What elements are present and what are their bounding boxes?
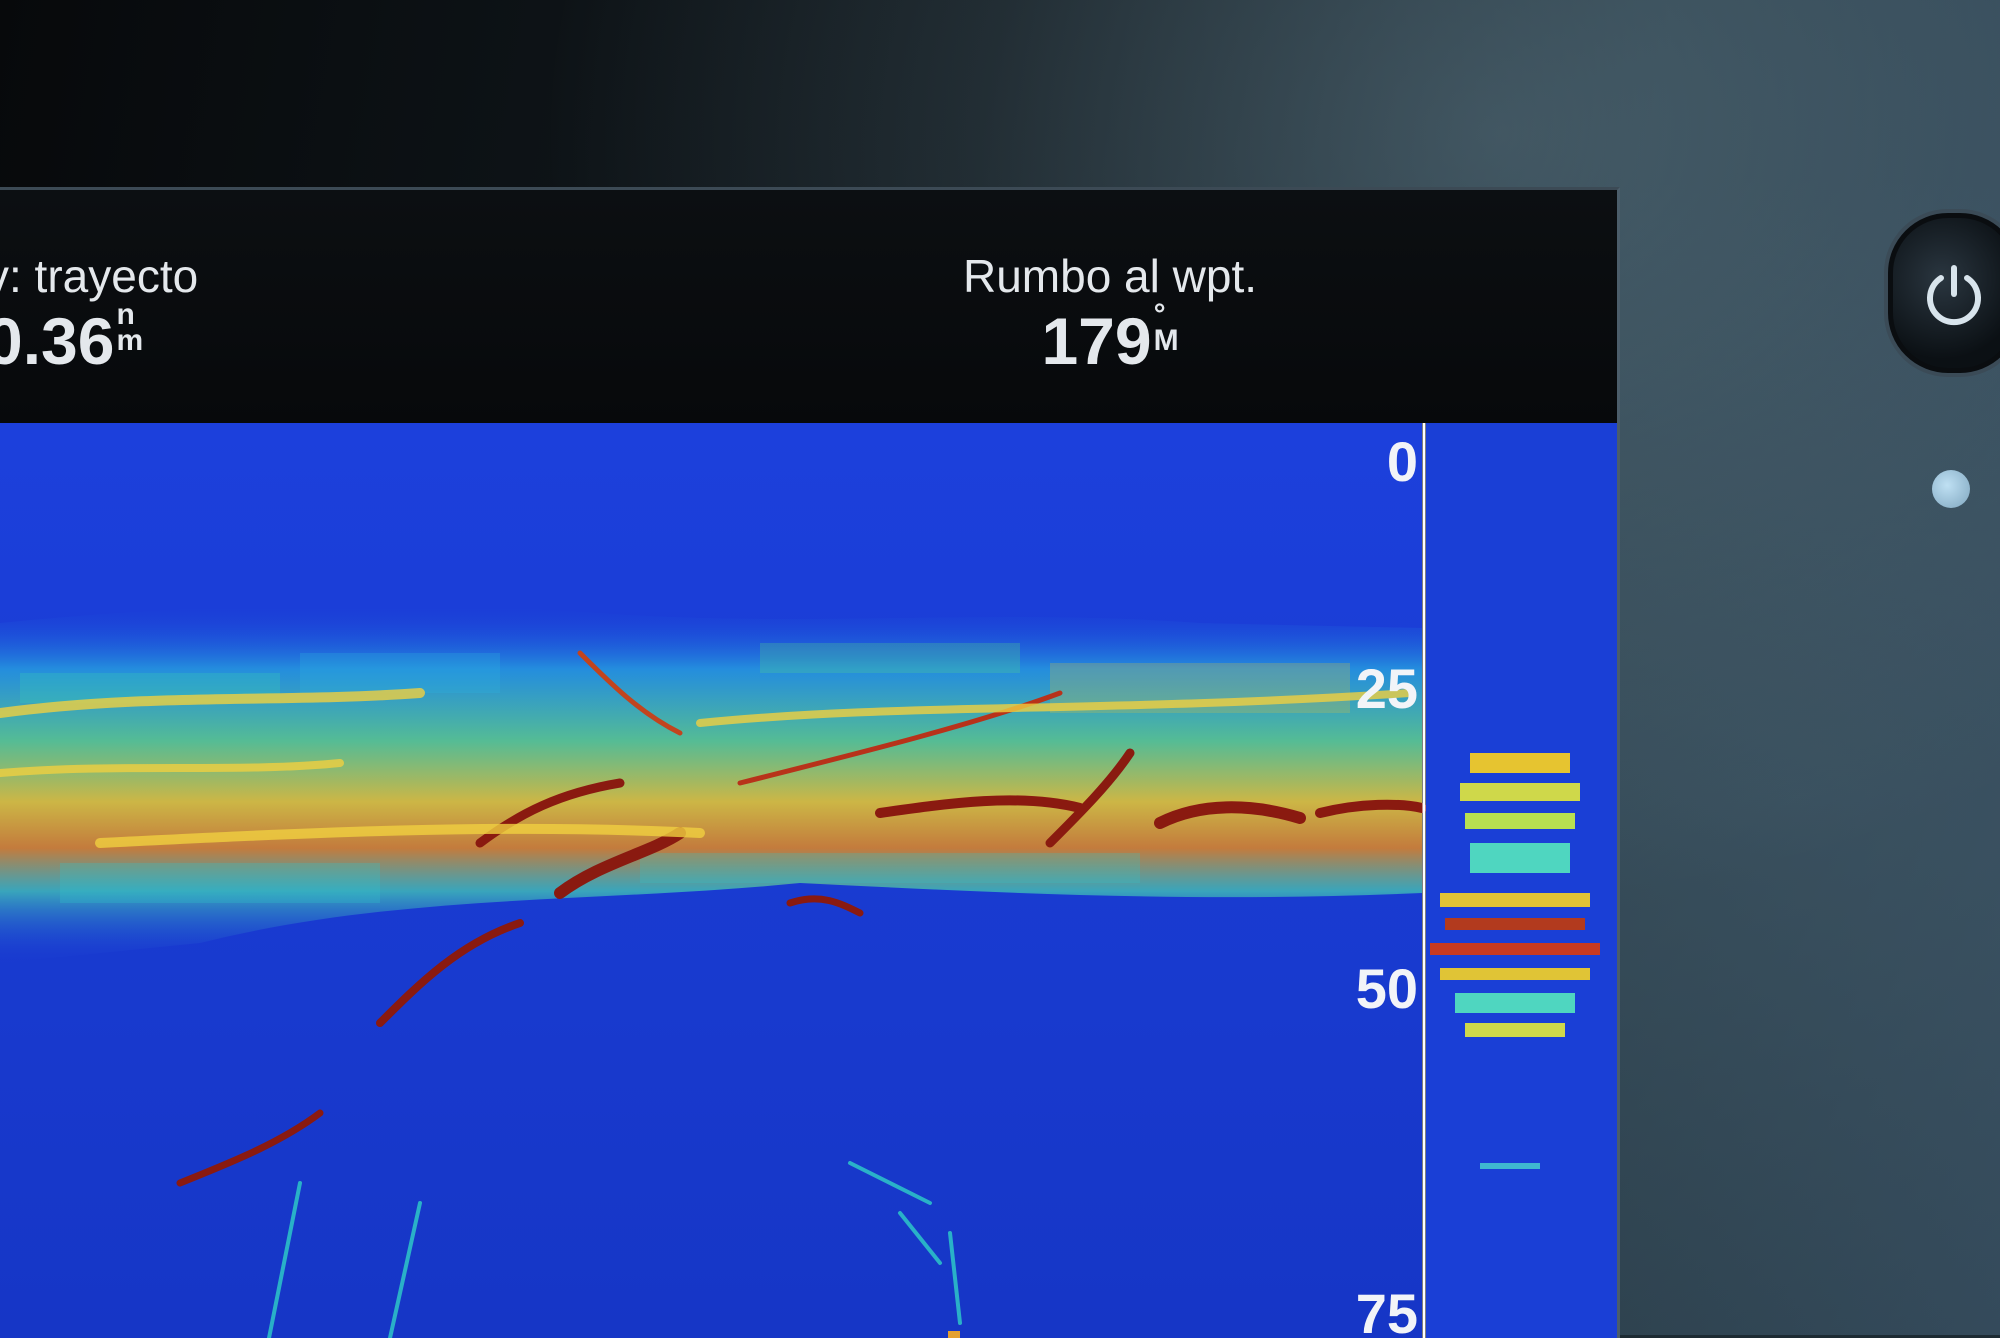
trip-label: v: trayecto — [0, 250, 199, 302]
trip-value-row: 0.36nm — [0, 300, 198, 380]
a-scope-panel — [1426, 423, 1617, 1338]
trip-value: 0.36 — [0, 304, 115, 378]
trip-unit-bottom: m — [116, 324, 144, 357]
bearing-value: 179 — [1041, 304, 1152, 378]
power-button[interactable] — [1888, 213, 2000, 373]
bearing-value-row: 179° M — [930, 300, 1290, 380]
bearing-unit-bottom: M — [1153, 324, 1179, 357]
data-bar: v: trayecto 0.36nm Rumbo al wpt. 179°M — [0, 190, 1617, 423]
depth-label-0: 0 — [1387, 430, 1418, 493]
chartplotter-screen: v: trayecto 0.36nm Rumbo al wpt. 179°M — [0, 187, 1620, 1338]
bearing-unit: ° M — [1153, 300, 1179, 357]
bearing-field[interactable]: Rumbo al wpt. 179° M — [930, 250, 1290, 380]
sonar-echogram[interactable]: 0 25 50 75 — [0, 423, 1617, 1338]
trip-unit: nm — [116, 300, 144, 357]
status-led — [1932, 470, 1970, 508]
trip-field[interactable]: v: trayecto 0.36nm — [0, 250, 198, 380]
depth-label-25: 25 — [1356, 657, 1418, 720]
bearing-label: Rumbo al wpt. — [962, 250, 1257, 302]
power-icon — [1927, 265, 1981, 326]
depth-label-50: 50 — [1356, 957, 1418, 1020]
sonar-view[interactable]: 0 25 50 75 — [0, 423, 1617, 1338]
depth-label-75: 75 — [1356, 1282, 1418, 1338]
